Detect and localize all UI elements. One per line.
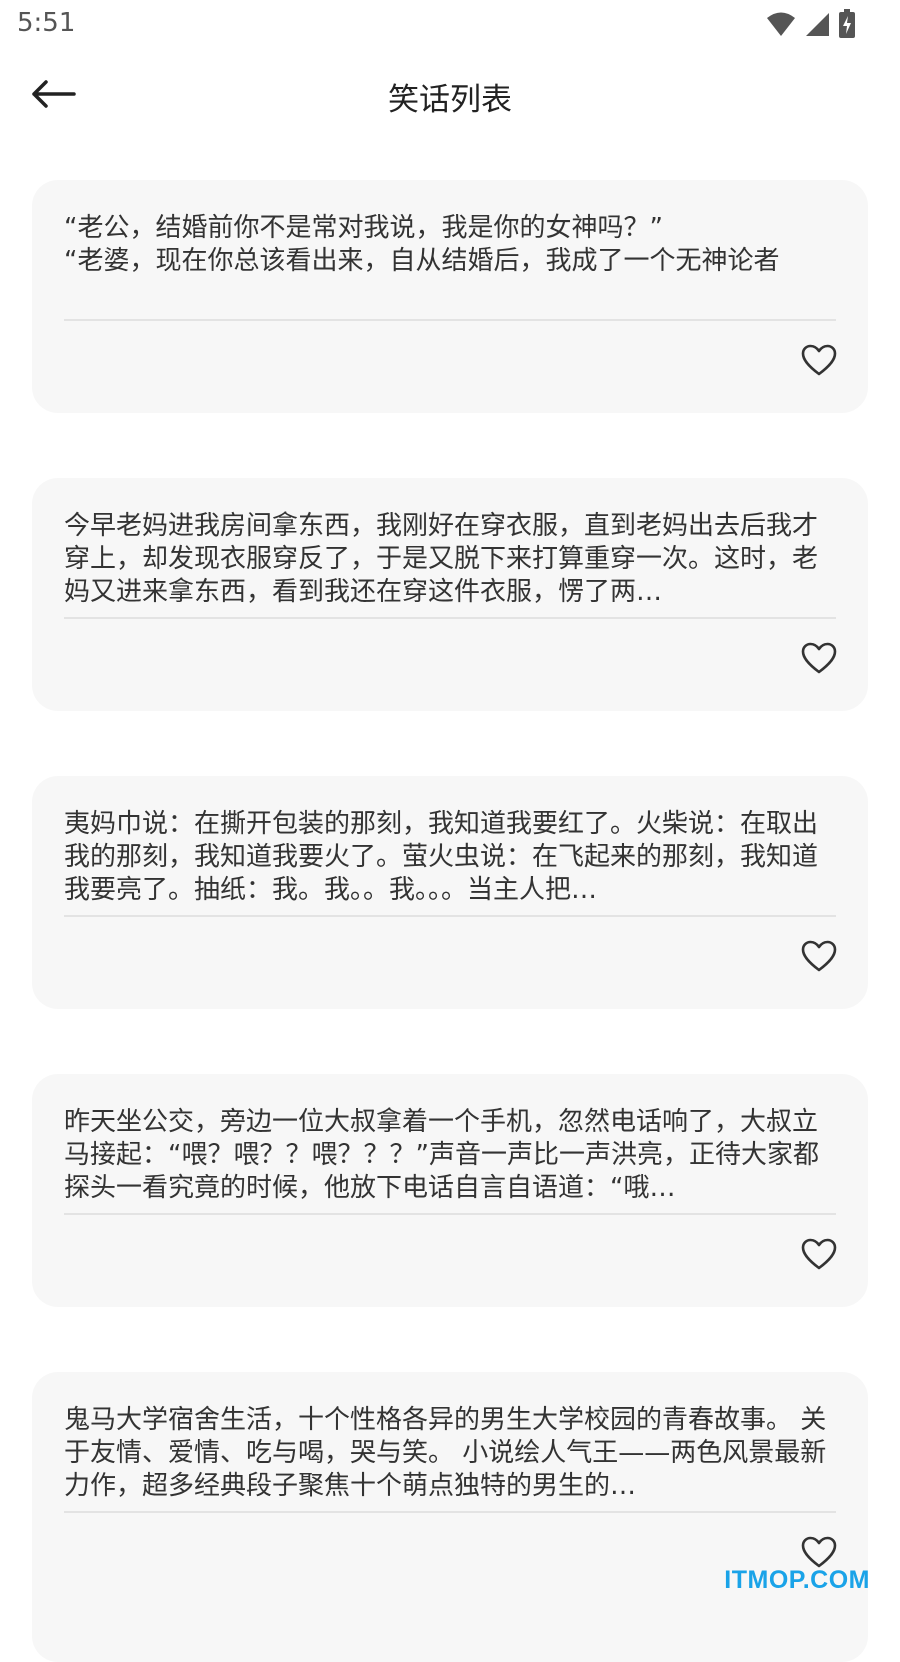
divider (64, 1213, 836, 1215)
page-title: 笑话列表 (388, 82, 512, 118)
joke-text: 今早老妈进我房间拿东西，我刚好在穿衣服，直到老妈出去后我才穿上，却发现衣服穿反了… (64, 511, 819, 607)
favorite-button[interactable] (798, 640, 840, 680)
watermark: ITMOP.COM (724, 1566, 870, 1594)
divider (64, 1511, 836, 1513)
app-bar: 笑话列表 (0, 60, 900, 136)
heart-outline-icon (801, 642, 837, 678)
divider (64, 915, 836, 917)
heart-outline-icon (801, 344, 837, 380)
joke-text: 夷妈巾说：在撕开包装的那刻，我知道我要红了。火柴说：在取出我的那刻，我知道我要火… (64, 809, 819, 905)
favorite-button[interactable] (798, 342, 840, 382)
joke-text: 昨天坐公交，旁边一位大叔拿着一个手机，忽然电话响了，大叔立马接起：“喂？喂？？喂… (64, 1107, 819, 1203)
cellular-signal-icon (804, 11, 830, 41)
heart-outline-icon (801, 940, 837, 976)
status-icons (766, 9, 856, 43)
battery-charging-icon (838, 9, 856, 43)
joke-card[interactable]: 昨天坐公交，旁边一位大叔拿着一个手机，忽然电话响了，大叔立马接起：“喂？喂？？喂… (32, 1074, 868, 1307)
joke-text: “老公，结婚前你不是常对我说，我是你的女神吗？” “老婆，现在你总该看出来，自从… (64, 213, 780, 276)
joke-card[interactable]: “老公，结婚前你不是常对我说，我是你的女神吗？” “老婆，现在你总该看出来，自从… (32, 180, 868, 413)
joke-list: “老公，结婚前你不是常对我说，我是你的女神吗？” “老婆，现在你总该看出来，自从… (32, 180, 868, 1662)
joke-card[interactable]: 鬼马大学宿舍生活，十个性格各异的男生大学校园的青春故事。 关于友情、爱情、吃与喝… (32, 1372, 868, 1662)
joke-card[interactable]: 今早老妈进我房间拿东西，我刚好在穿衣服，直到老妈出去后我才穿上，却发现衣服穿反了… (32, 478, 868, 711)
status-bar: 5:51 (0, 0, 900, 48)
divider (64, 319, 836, 321)
favorite-button[interactable] (798, 938, 840, 978)
status-time: 5:51 (17, 8, 76, 38)
favorite-button[interactable] (798, 1236, 840, 1276)
joke-text: 鬼马大学宿舍生活，十个性格各异的男生大学校园的青春故事。 关于友情、爱情、吃与喝… (64, 1405, 827, 1501)
wifi-icon (766, 11, 796, 41)
heart-outline-icon (801, 1238, 837, 1274)
joke-card[interactable]: 夷妈巾说：在撕开包装的那刻，我知道我要红了。火柴说：在取出我的那刻，我知道我要火… (32, 776, 868, 1009)
divider (64, 617, 836, 619)
